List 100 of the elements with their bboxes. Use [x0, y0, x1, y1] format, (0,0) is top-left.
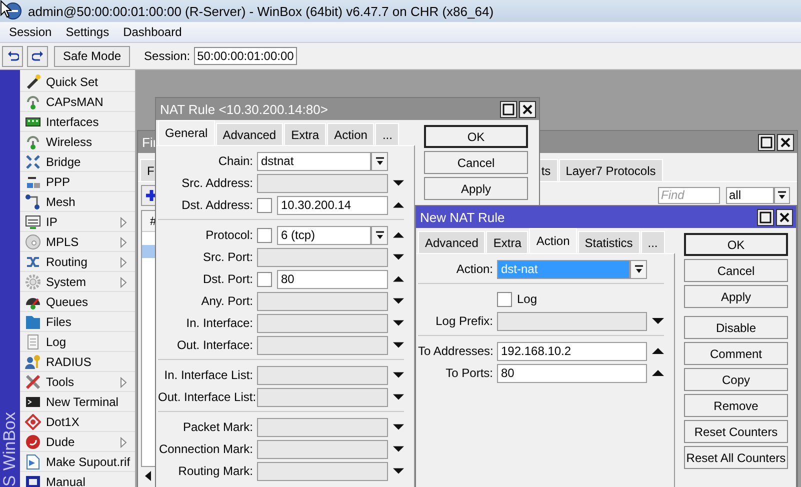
checkbox-label[interactable]: Log — [517, 292, 538, 306]
tab[interactable]: Extra — [486, 231, 528, 253]
field-label: Out. Interface List: — [158, 390, 253, 404]
safe-mode-button[interactable]: Safe Mode — [54, 46, 130, 66]
sidebar-item[interactable]: Wireless — [20, 132, 135, 152]
nodes-icon — [25, 194, 41, 210]
sidebar-item[interactable]: PPP — [20, 172, 135, 192]
tab[interactable]: Action — [529, 228, 577, 253]
input-field[interactable]: 80 — [277, 270, 388, 288]
sidebar-item[interactable]: Dot1X — [20, 412, 135, 432]
dialog-button[interactable]: OK — [684, 233, 788, 256]
sidebar-item[interactable]: Make Supout.rif — [20, 452, 135, 472]
field-label: Any. Port: — [200, 294, 253, 308]
sidebar-item[interactable]: System — [20, 272, 135, 292]
window-title: NAT Rule <10.30.200.14:80> — [160, 102, 328, 116]
sidebar-item[interactable]: CAPsMAN — [20, 92, 135, 112]
filter-dropdown[interactable]: all — [726, 186, 774, 204]
checkbox[interactable] — [257, 228, 272, 242]
document-arrow-icon — [25, 454, 41, 470]
undo-button[interactable] — [2, 46, 23, 66]
sidebar-item[interactable]: IP — [20, 212, 135, 232]
input-field[interactable]: 10.30.200.14 — [277, 196, 388, 214]
tab[interactable]: ... — [375, 123, 400, 145]
field-label: Chain: — [217, 154, 253, 168]
tab[interactable]: General — [158, 120, 215, 145]
dialog-button[interactable]: Copy — [684, 368, 788, 391]
input-field[interactable]: 6 (tcp) — [277, 226, 371, 244]
close-icon — [519, 100, 536, 118]
dropdown-button[interactable] — [371, 226, 388, 244]
menu-item[interactable]: Session — [2, 25, 59, 39]
input-field[interactable] — [257, 248, 388, 266]
input-field[interactable] — [257, 418, 388, 436]
tools-icon — [25, 374, 41, 390]
sidebar-item[interactable]: Bridge — [20, 152, 135, 172]
sidebar-item[interactable]: Interfaces — [20, 112, 135, 132]
session-label: Session: — [144, 49, 190, 63]
tab[interactable]: Advanced — [216, 123, 284, 145]
input-field[interactable] — [257, 292, 388, 310]
input-field[interactable]: 80 — [497, 364, 647, 382]
checkbox[interactable] — [257, 272, 272, 286]
dialog-button[interactable]: Reset All Counters — [684, 446, 788, 469]
dialog-button[interactable]: OK — [424, 125, 528, 148]
sidebar-item[interactable]: Log — [20, 332, 135, 352]
dropdown-arrow-icon — [374, 230, 384, 240]
tab[interactable]: Layer7 Protocols — [558, 159, 663, 181]
sidebar-item[interactable]: Queues — [20, 292, 135, 312]
input-field[interactable] — [257, 314, 388, 332]
dialog-button[interactable]: Remove — [684, 394, 788, 417]
wand-icon — [25, 74, 41, 90]
window-title: New NAT Rule — [420, 210, 505, 224]
dropdown-arrow-icon — [777, 190, 787, 200]
input-field[interactable] — [497, 312, 647, 330]
tab[interactable]: Advanced — [418, 231, 486, 253]
mouse-cursor-icon — [0, 0, 12, 18]
input-field[interactable] — [257, 366, 388, 384]
dialog-button[interactable]: Comment — [684, 342, 788, 365]
dialog-button[interactable]: Disable — [684, 316, 788, 339]
sidebar-item[interactable]: Files — [20, 312, 135, 332]
sidebar-item[interactable]: Routing — [20, 252, 135, 272]
checkbox[interactable] — [257, 198, 272, 212]
input-field[interactable] — [257, 336, 388, 354]
dialog-button[interactable]: Cancel — [424, 151, 528, 174]
sidebar-item[interactable]: RADIUS — [20, 352, 135, 372]
sidebar-item[interactable]: New Terminal — [20, 392, 135, 412]
sidebar-item[interactable]: Dude — [20, 432, 135, 452]
dialog-button[interactable]: Apply — [424, 177, 528, 200]
sidebar-item[interactable]: Quick Set — [20, 72, 135, 92]
find-field[interactable]: Find — [658, 186, 720, 204]
sidebar-item[interactable]: Mesh — [20, 192, 135, 212]
dialog-button[interactable]: Reset Counters — [684, 420, 788, 443]
input-field[interactable]: dstnat — [257, 152, 371, 170]
tab[interactable]: Statistics — [578, 231, 640, 253]
dialog-button[interactable]: Cancel — [684, 259, 788, 282]
monitor-icon — [25, 214, 41, 230]
field-label: In. Interface: — [185, 316, 253, 330]
redo-button[interactable] — [27, 46, 48, 66]
sidebar-item[interactable]: Tools — [20, 372, 135, 392]
dropdown-button[interactable] — [630, 260, 647, 278]
session-field[interactable]: 50:00:00:01:00:00 — [194, 47, 297, 65]
input-field[interactable] — [257, 388, 388, 406]
input-field[interactable] — [257, 174, 388, 192]
input-field[interactable] — [257, 440, 388, 458]
tab[interactable]: Extra — [284, 123, 326, 145]
menu-item[interactable]: Dashboard — [116, 25, 189, 39]
maximize-icon — [500, 100, 517, 118]
sidebar-item[interactable]: MPLS — [20, 232, 135, 252]
plus-icon — [144, 188, 158, 202]
field-label: Protocol: — [204, 228, 253, 242]
checkbox[interactable] — [497, 292, 512, 306]
input-field[interactable] — [257, 462, 388, 480]
dropdown-button[interactable] — [774, 186, 790, 204]
menu-item[interactable]: Settings — [58, 25, 116, 39]
dropdown-button[interactable] — [371, 152, 388, 170]
close-icon — [776, 208, 793, 226]
sidebar-item[interactable]: Manual — [20, 472, 135, 487]
input-field[interactable]: 192.168.10.2 — [497, 342, 647, 360]
tab[interactable]: Action — [327, 123, 374, 145]
arrows-icon — [25, 154, 41, 170]
tab[interactable]: ... — [640, 231, 665, 253]
dialog-button[interactable]: Apply — [684, 285, 788, 308]
